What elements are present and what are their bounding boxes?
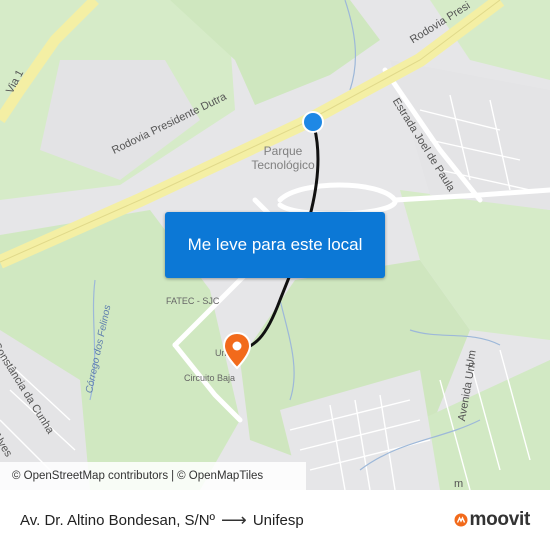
destination-pin-icon[interactable] <box>222 332 252 370</box>
route-footer: Av. Dr. Altino Bondesan, S/Nº ⟶ Unifesp … <box>0 490 550 550</box>
openmaptiles-link[interactable]: © OpenMapTiles <box>177 470 263 482</box>
moovit-brand-text: moovit <box>469 509 531 530</box>
route-summary: Av. Dr. Altino Bondesan, S/Nº ⟶ Unifesp <box>20 510 304 531</box>
label-circuito-baja: Circuito Baja <box>184 373 236 383</box>
origin-dot-icon[interactable] <box>300 109 326 135</box>
osm-contributors-link[interactable]: © OpenStreetMap contributors <box>12 470 168 482</box>
route-origin: Av. Dr. Altino Bondesan, S/Nº <box>20 511 216 529</box>
label-bottom-m: m <box>454 478 464 490</box>
map-attribution: © OpenStreetMap contributors | © OpenMap… <box>0 462 306 490</box>
moovit-logo-icon <box>454 513 468 527</box>
label-parque-line1: Parque <box>263 144 303 158</box>
label-fatec: FATEC - SJC <box>166 296 220 306</box>
attribution-separator: | <box>171 470 175 482</box>
route-destination: Unifesp <box>252 511 304 529</box>
label-parque-line2: Tecnológico <box>251 158 315 172</box>
take-me-here-button[interactable]: Me leve para este local <box>165 212 385 278</box>
label-parque-tecnologico: Parque Tecnológico <box>238 144 328 172</box>
arrow-right-icon: ⟶ <box>221 509 247 530</box>
map-view[interactable]: Rodovia Presidente Dutra Rodovia Presi V… <box>0 0 550 490</box>
moovit-logo[interactable]: moovit <box>454 509 530 531</box>
